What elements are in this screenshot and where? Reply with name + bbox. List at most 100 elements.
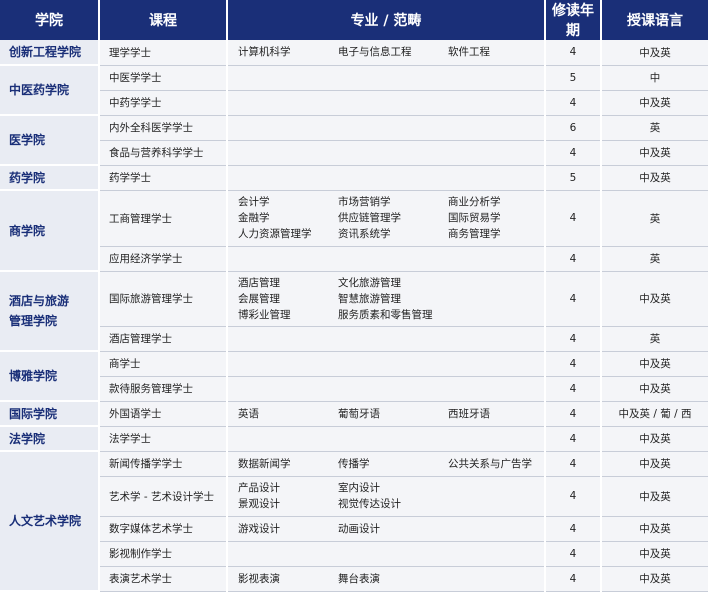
major-item	[448, 275, 548, 291]
college-name: 国际学院	[0, 401, 100, 427]
teaching-language: 中及英	[601, 351, 708, 377]
teaching-language: 中及英	[601, 516, 708, 542]
course-name: 中药学学士	[99, 90, 228, 116]
major-item: 人力资源管理学	[238, 228, 312, 240]
major-item: 计算机科学	[238, 46, 291, 59]
course-name: 数字媒体艺术学士	[99, 516, 228, 542]
teaching-language: 英	[601, 190, 708, 247]
header-college: 学院	[0, 0, 100, 40]
teaching-language: 中及英	[601, 40, 708, 66]
majors-grid: 游戏设计 动画设计	[238, 521, 534, 537]
majors-cell: 影视表演 舞台表演	[227, 566, 546, 592]
course-name: 中医学学士	[99, 65, 228, 91]
college-name-line: 国际学院	[9, 406, 58, 421]
table-body: 创新工程学院 理学学士 计算机科学 电子与信息工程 软件工程 4 中及英 中医药学院 中医学学士…	[0, 40, 708, 592]
majors-cell	[227, 165, 546, 191]
table-row: 中医药学院 中医学学士 5 中	[0, 65, 708, 116]
major-item: 葡萄牙语	[338, 407, 380, 420]
study-years: 4	[545, 401, 602, 427]
majors-grid: 英语 葡萄牙语 西班牙语	[238, 406, 534, 422]
study-years: 4	[545, 426, 602, 452]
teaching-language: 中及英	[601, 476, 708, 517]
majors-cell	[227, 326, 546, 352]
majors-grid: 产品设计 室内设计 景观设计 视觉传达设计	[238, 480, 534, 512]
college-name-line: 酒店与旅游	[9, 294, 70, 308]
table-row: 表演艺术学士 影视表演 舞台表演 4 中及英	[0, 566, 708, 592]
college-name-line: 创新工程学院	[9, 45, 82, 59]
major-item: 文化旅游管理	[338, 276, 401, 289]
majors-cell	[227, 426, 546, 452]
teaching-language: 中及英	[601, 271, 708, 327]
college-name-line: 中医药学院	[9, 83, 70, 97]
header-years: 修读年期	[545, 0, 602, 40]
college-name-line: 人文艺术学院	[9, 514, 82, 528]
study-years: 4	[545, 140, 602, 166]
major-item: 产品设计	[238, 482, 280, 494]
major-item: 视觉传达设计	[338, 498, 401, 510]
table-row: 酒店与旅游 管理学院 国际旅游管理学士 酒店管理 文化旅游管理 会展管理 智慧旅游管理 博彩业…	[0, 271, 708, 352]
major-item: 酒店管理	[238, 276, 280, 289]
table-row: 博雅学院 商学士 4 中及英	[0, 351, 708, 402]
majors-cell	[227, 65, 546, 91]
teaching-language: 中及英 / 葡 / 西	[601, 401, 708, 427]
course-name: 酒店管理学士	[99, 326, 228, 352]
teaching-language: 中及英	[601, 140, 708, 166]
table-row: 国际学院 外国语学士 英语 葡萄牙语 西班牙语 4 中及英 / 葡 / 西	[0, 401, 708, 427]
study-years: 4	[545, 90, 602, 116]
table-row: 人文艺术学院 新闻传播学学士 数据新闻学 传播学 公共关系与广告学 4 中及英	[0, 451, 708, 592]
majors-cell	[227, 140, 546, 166]
major-item: 商务管理学	[448, 228, 501, 240]
study-years: 5	[545, 165, 602, 191]
college-name: 医学院	[0, 115, 100, 166]
majors-cell: 计算机科学 电子与信息工程 软件工程	[227, 40, 546, 66]
course-name: 理学学士	[99, 40, 228, 66]
major-item: 影视表演	[238, 572, 280, 585]
major-item: 公共关系与广告学	[448, 457, 532, 470]
college-name: 法学院	[0, 426, 100, 452]
majors-cell: 产品设计 室内设计 景观设计 视觉传达设计	[227, 476, 546, 517]
course-name: 艺术学 - 艺术设计学士	[99, 476, 228, 517]
course-name: 法学学士	[99, 426, 228, 452]
table-row: 食品与营养科学学士 4 中及英	[0, 140, 708, 166]
major-item: 资讯系统学	[338, 228, 391, 240]
course-name: 食品与营养科学学士	[99, 140, 228, 166]
study-years: 4	[545, 566, 602, 592]
table-row: 商学院 工商管理学士 会计学 市场营销学 商业分析学 金融学 供应链管理学 国际贸易学 人力资源…	[0, 190, 708, 272]
table-row: 艺术学 - 艺术设计学士 产品设计 室内设计 景观设计 视觉传达设计 4 中及英	[0, 476, 708, 517]
major-item: 数据新闻学	[238, 457, 291, 470]
majors-cell	[227, 376, 546, 402]
majors-grid: 计算机科学 电子与信息工程 软件工程	[238, 44, 534, 60]
majors-cell: 会计学 市场营销学 商业分析学 金融学 供应链管理学 国际贸易学 人力资源管理学 资讯系统学 商…	[227, 190, 546, 247]
college-name-line: 商学院	[9, 223, 46, 238]
teaching-language: 英	[601, 326, 708, 352]
course-name: 工商管理学士	[99, 190, 228, 247]
study-years: 4	[545, 516, 602, 542]
study-years: 6	[545, 115, 602, 141]
majors-grid: 影视表演 舞台表演	[238, 571, 534, 587]
majors-cell	[227, 351, 546, 377]
programme-table: 学院 课程 专业 / 范畴 修读年期 授课语言 创新工程学院 理学学士 计算机科学 电…	[0, 0, 708, 592]
major-item: 供应链管理学	[338, 212, 401, 224]
course-name: 药学学士	[99, 165, 228, 191]
major-item: 软件工程	[448, 46, 490, 59]
major-item: 金融学	[238, 212, 270, 224]
major-item: 智慧旅游管理	[338, 292, 401, 305]
study-years: 4	[545, 451, 602, 477]
table-row: 创新工程学院 理学学士 计算机科学 电子与信息工程 软件工程 4 中及英	[0, 40, 708, 66]
majors-cell: 数据新闻学 传播学 公共关系与广告学	[227, 451, 546, 477]
course-name: 新闻传播学学士	[99, 451, 228, 477]
college-name-line: 法学院	[9, 431, 46, 446]
major-item: 游戏设计	[238, 522, 280, 535]
college-name: 药学院	[0, 165, 100, 191]
college-name: 人文艺术学院	[0, 451, 100, 592]
course-name: 款待服务管理学士	[99, 376, 228, 402]
table-row: 影视制作学士 4 中及英	[0, 541, 708, 567]
major-item: 动画设计	[338, 522, 380, 535]
major-item: 景观设计	[238, 498, 280, 510]
majors-grid: 数据新闻学 传播学 公共关系与广告学	[238, 456, 534, 472]
major-item: 传播学	[338, 457, 370, 470]
college-name-line: 博雅学院	[9, 369, 58, 383]
major-item	[448, 496, 548, 512]
major-item: 会计学	[238, 196, 270, 208]
major-item: 国际贸易学	[448, 212, 501, 224]
